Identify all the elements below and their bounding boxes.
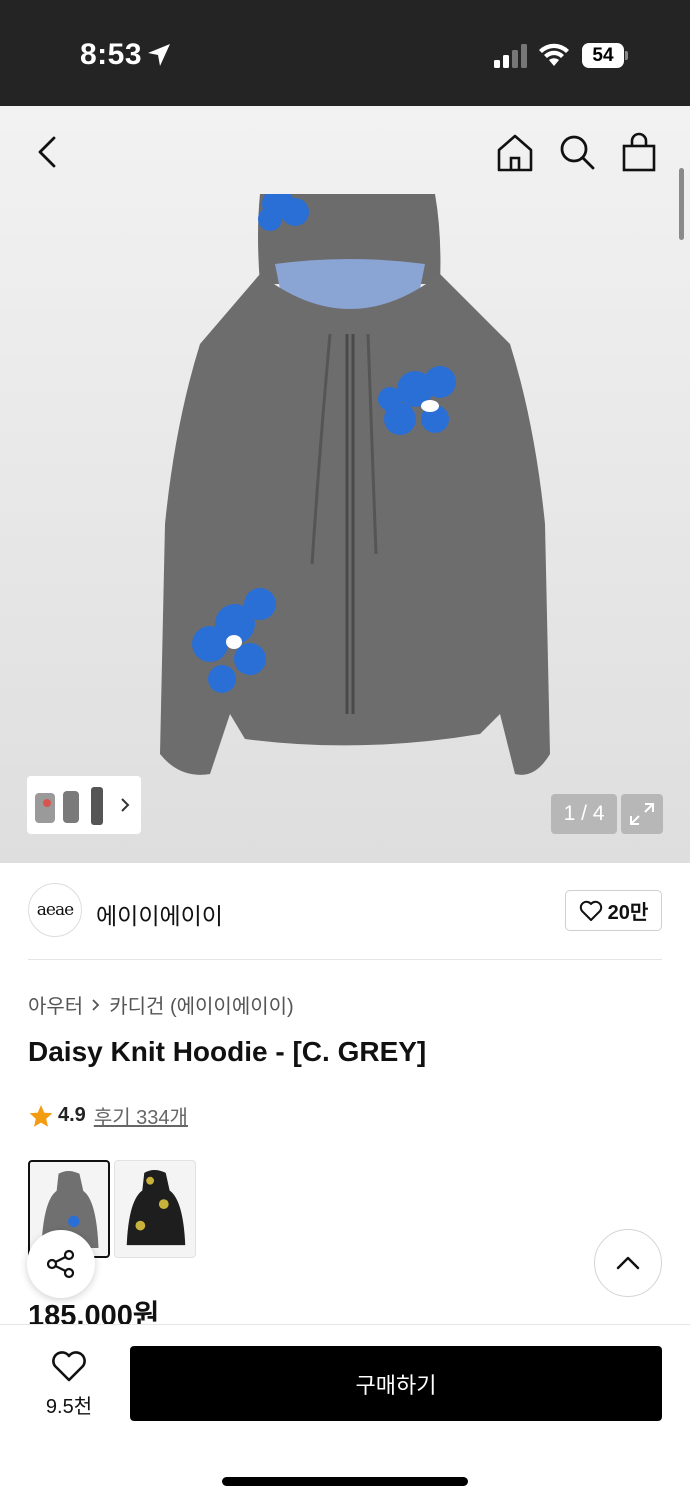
signal-icon xyxy=(494,44,527,68)
wifi-icon xyxy=(539,43,569,66)
home-icon[interactable] xyxy=(493,130,537,174)
battery-tip xyxy=(625,51,628,60)
chevron-up-icon xyxy=(616,1256,640,1270)
image-thumbnail-strip[interactable] xyxy=(27,776,141,834)
home-indicator[interactable] xyxy=(222,1477,468,1486)
chevron-right-icon xyxy=(121,798,130,812)
brand-like-button[interactable]: 20만 xyxy=(565,890,662,931)
product-image-carousel[interactable]: 1 / 4 xyxy=(0,106,690,863)
breadcrumb-subcategory[interactable]: 카디건 (에이이에이이) xyxy=(109,990,293,1019)
wishlist-button[interactable]: 9.5천 xyxy=(30,1347,108,1421)
breadcrumb-category[interactable]: 아우터 xyxy=(28,990,83,1019)
expand-icon[interactable] xyxy=(621,794,663,834)
bottom-action-bar: 9.5천 구매하기 xyxy=(0,1324,690,1500)
brand-row[interactable]: aeae 에이이에이이 20만 xyxy=(28,883,662,939)
thumbnail-front[interactable] xyxy=(33,783,57,827)
battery-level: 54 xyxy=(582,43,624,68)
share-icon xyxy=(46,1249,75,1279)
shopping-bag-icon[interactable] xyxy=(617,130,661,174)
divider xyxy=(28,959,662,960)
status-bar: 8:53 54 xyxy=(0,0,690,106)
status-time: 8:53 xyxy=(80,38,143,71)
brand-like-count: 20만 xyxy=(607,902,649,924)
reviews-link[interactable]: 후기 334개 xyxy=(94,1101,188,1130)
back-arrow-icon[interactable] xyxy=(26,130,70,174)
share-button[interactable] xyxy=(27,1230,95,1298)
battery-indicator: 54 xyxy=(582,43,628,68)
swatch-image-black xyxy=(126,1169,186,1246)
rating-row: 4.9 후기 334개 xyxy=(28,1101,188,1130)
heart-icon xyxy=(52,1351,86,1382)
rating-value: 4.9 xyxy=(58,1104,86,1126)
product-title: Daisy Knit Hoodie - [C. GREY] xyxy=(28,1036,427,1067)
breadcrumb: 아우터 카디건 (에이이에이이) xyxy=(28,990,294,1019)
star-icon xyxy=(29,1104,53,1127)
image-counter: 1 / 4 xyxy=(551,794,617,834)
search-icon[interactable] xyxy=(555,130,599,174)
brand-logo[interactable]: aeae xyxy=(28,883,82,937)
scroll-to-top-button[interactable] xyxy=(594,1229,662,1297)
chevron-right-icon xyxy=(92,998,100,1011)
product-image-hoodie[interactable] xyxy=(150,194,560,786)
buy-button[interactable]: 구매하기 xyxy=(130,1346,662,1421)
thumbnail-model[interactable] xyxy=(85,783,109,827)
color-option-black[interactable] xyxy=(114,1160,196,1258)
scrollbar[interactable] xyxy=(679,168,684,240)
location-arrow-icon xyxy=(148,44,170,66)
heart-icon xyxy=(579,900,602,921)
brand-name[interactable]: 에이이에이이 xyxy=(96,897,223,931)
thumbnail-side[interactable] xyxy=(59,783,83,827)
wishlist-count: 9.5천 xyxy=(45,1396,93,1418)
